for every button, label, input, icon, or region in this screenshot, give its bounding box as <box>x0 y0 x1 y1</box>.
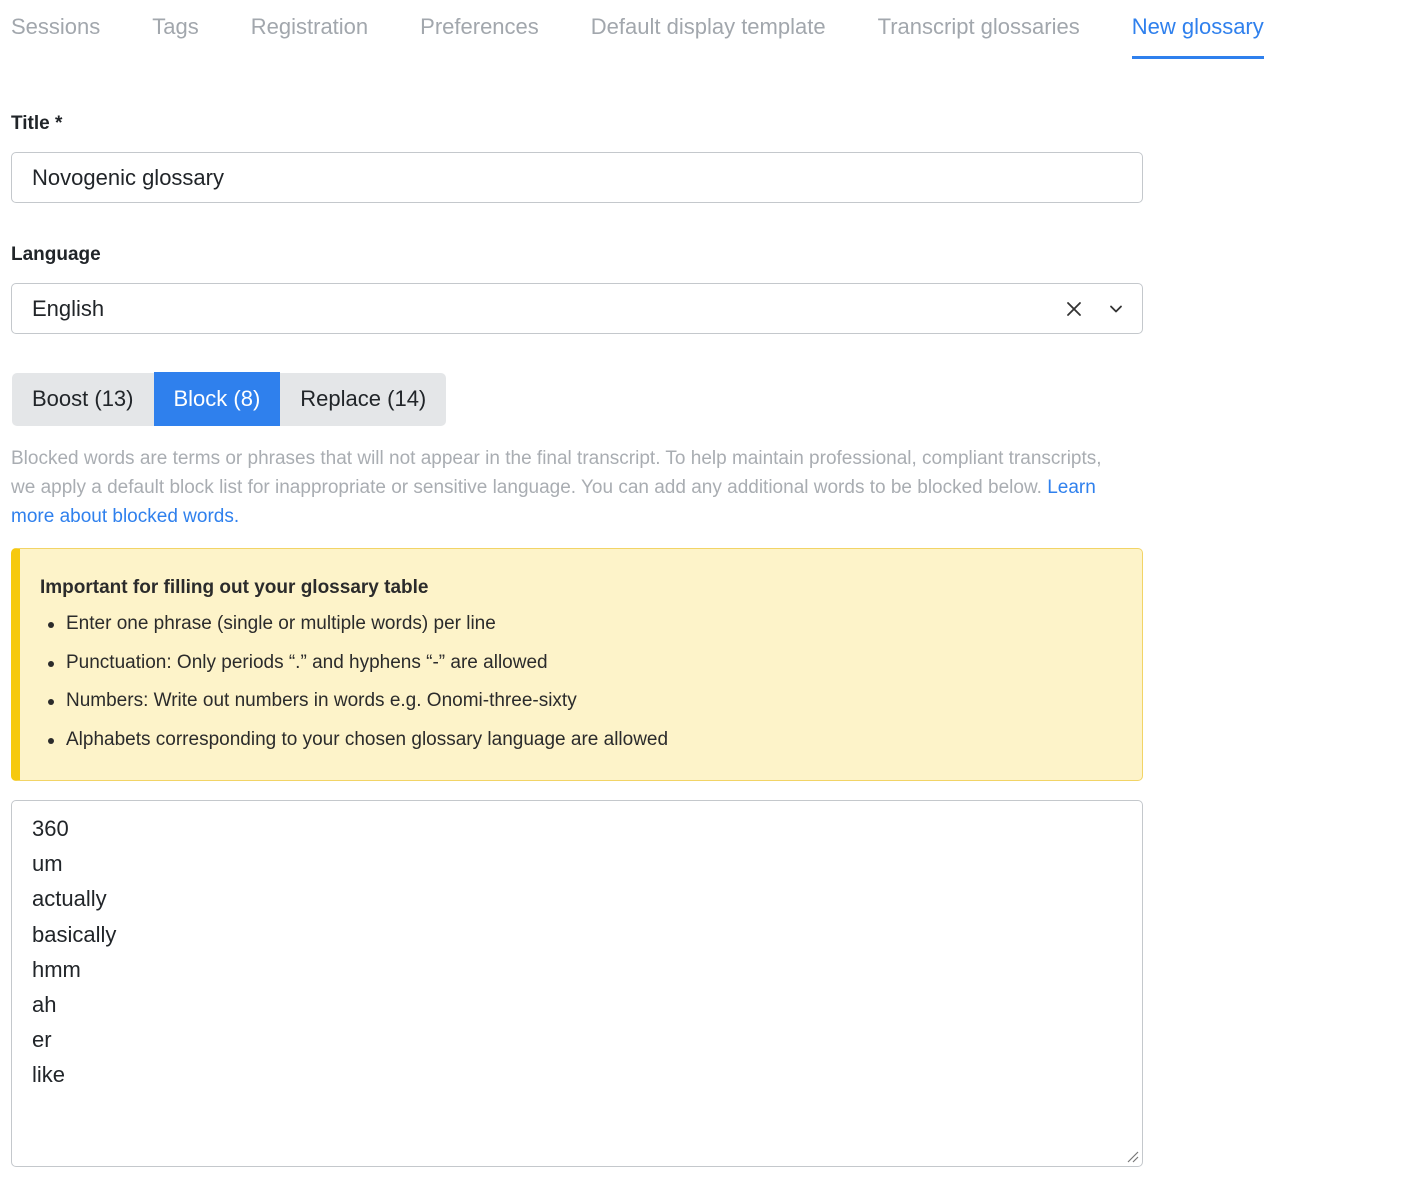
alert-list-item: Numbers: Write out numbers in words e.g.… <box>40 690 1142 729</box>
blocked-word-line: actually <box>32 886 107 912</box>
tab-sessions[interactable]: Sessions <box>11 0 100 59</box>
boost-button[interactable]: Boost (13) <box>12 373 154 425</box>
blocked-word-line: like <box>32 1062 66 1088</box>
language-label: Language <box>11 244 101 265</box>
title-input[interactable]: Novogenic glossary <box>11 152 1143 203</box>
blocked-word-line: hmm <box>32 956 81 982</box>
tab-tags[interactable]: Tags <box>152 0 198 59</box>
blocked-word-line: 360 <box>32 816 69 841</box>
block-help-text: Blocked words are terms or phrases that … <box>11 444 1131 531</box>
chevron-down-icon[interactable] <box>1106 299 1126 319</box>
language-select-value: English <box>32 295 105 321</box>
language-select[interactable]: English <box>11 283 1143 334</box>
title-input-value: Novogenic glossary <box>32 164 224 190</box>
alert-list-item: Enter one phrase (single or multiple wor… <box>40 613 1142 652</box>
glossary-type-toggle: Boost (13) Block (8) Replace (14) <box>12 372 447 426</box>
title-label: Title * <box>11 113 63 134</box>
tab-preferences[interactable]: Preferences <box>420 0 539 59</box>
blocked-words-textarea[interactable]: 360 um actually basically hmm ah er like <box>11 800 1143 1167</box>
tab-transcript-glossaries[interactable]: Transcript glossaries <box>878 0 1080 59</box>
alert-title: Important for filling out your glossary … <box>40 577 429 598</box>
blocked-word-line: ah <box>32 992 57 1018</box>
replace-button[interactable]: Replace (14) <box>280 373 446 425</box>
alert-list: Enter one phrase (single or multiple wor… <box>40 613 1142 767</box>
tab-default-display-template[interactable]: Default display template <box>591 0 826 59</box>
alert-list-item: Alphabets corresponding to your chosen g… <box>40 729 1142 768</box>
block-help-description: Blocked words are terms or phrases that … <box>11 448 1102 498</box>
alert-list-item: Punctuation: Only periods “.” and hyphen… <box>40 652 1142 691</box>
language-select-controls <box>1064 284 1126 333</box>
tab-new-glossary[interactable]: New glossary <box>1131 0 1264 59</box>
tab-registration[interactable]: Registration <box>251 0 368 59</box>
settings-tabs: Sessions Tags Registration Preferences D… <box>11 0 1264 60</box>
blocked-word-line: um <box>32 851 63 877</box>
glossary-rules-alert: Important for filling out your glossary … <box>11 548 1143 781</box>
close-icon[interactable] <box>1064 299 1084 319</box>
glossary-page: Sessions Tags Registration Preferences D… <box>0 0 1404 1190</box>
block-button[interactable]: Block (8) <box>153 372 281 426</box>
resize-handle-icon[interactable] <box>1125 1149 1139 1163</box>
blocked-word-line: er <box>32 1027 52 1053</box>
blocked-word-line: basically <box>32 921 117 947</box>
